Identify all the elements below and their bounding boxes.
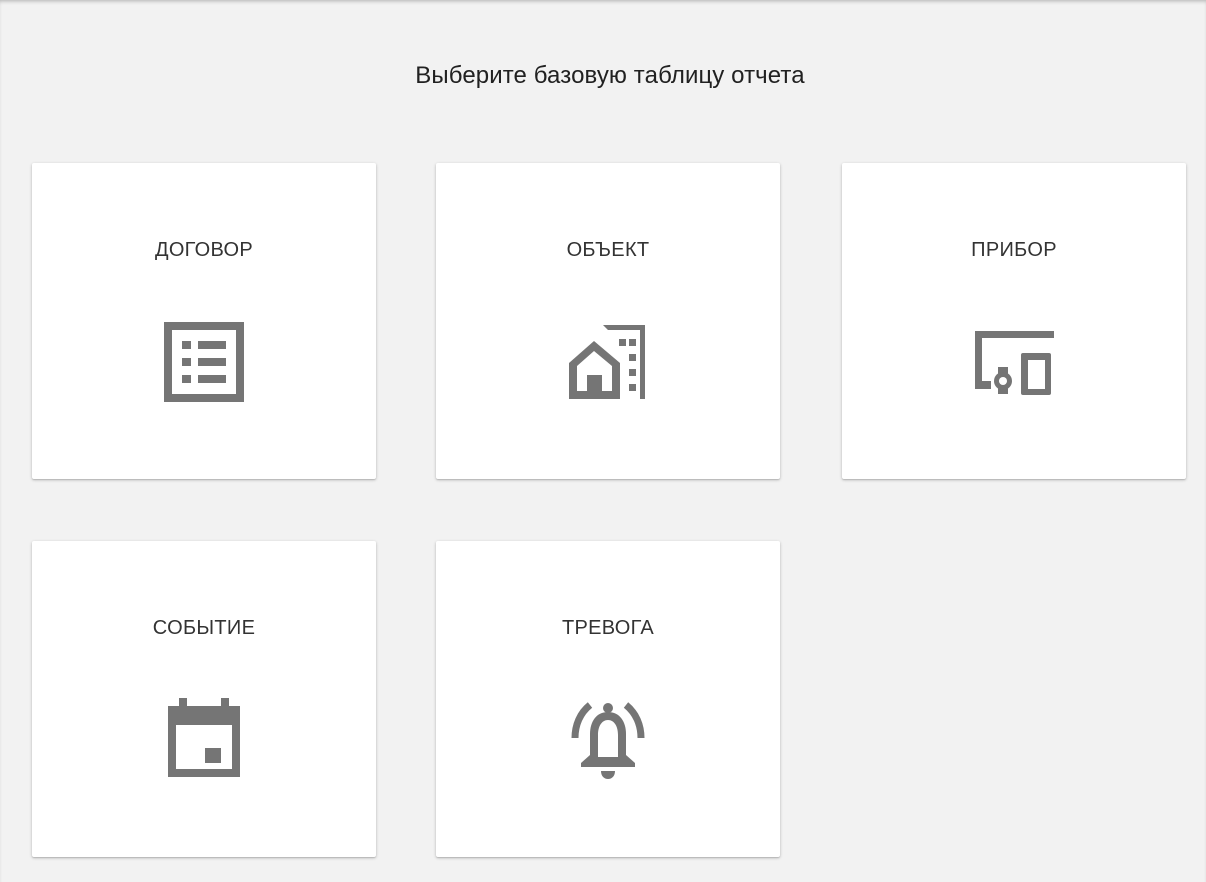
card-label: ДОГОВОР — [154, 239, 254, 261]
card-object[interactable]: ОБЪЕКТ — [436, 163, 780, 479]
card-label: ПРИБОР — [971, 239, 1057, 261]
list-document-icon — [159, 317, 249, 407]
card-label: ТРЕВОГА — [561, 617, 655, 639]
page-title: Выберите базовую таблицу отчета — [415, 62, 805, 89]
devices-icon — [969, 317, 1059, 407]
card-alarm[interactable]: ТРЕВОГА — [436, 541, 780, 857]
calendar-event-icon — [159, 695, 249, 785]
buildings-icon — [563, 317, 653, 407]
card-event[interactable]: СОБЫТИЕ — [32, 541, 376, 857]
card-device[interactable]: ПРИБОР — [842, 163, 1186, 479]
alarm-bell-icon — [563, 695, 653, 785]
card-label: ОБЪЕКТ — [566, 239, 650, 261]
card-label: СОБЫТИЕ — [152, 617, 256, 639]
report-table-selector: Выберите базовую таблицу отчета ДОГОВОР … — [0, 0, 1206, 882]
card-contract[interactable]: ДОГОВОР — [32, 163, 376, 479]
